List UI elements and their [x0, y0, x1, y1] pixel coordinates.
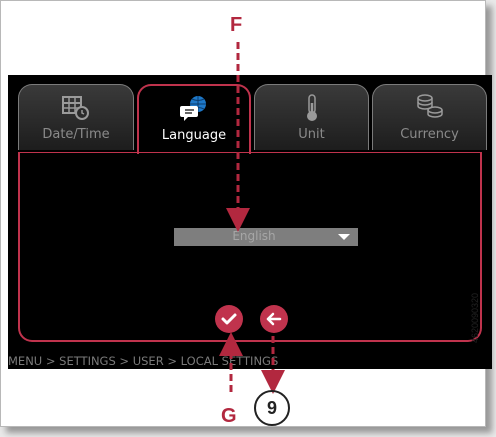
callout-arrows: [219, 42, 285, 394]
callout-label-g: G: [221, 405, 237, 427]
callout-label-9: 9: [254, 390, 290, 426]
callout-label-f: F: [230, 14, 243, 36]
document-number: 4620090320: [470, 292, 480, 343]
